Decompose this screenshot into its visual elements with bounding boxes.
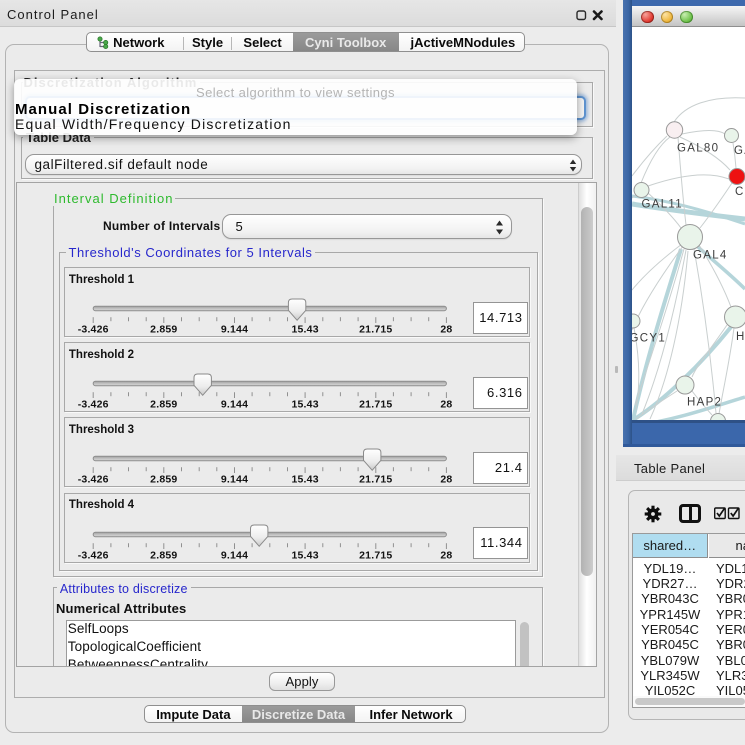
svg-text:28: 28 — [440, 399, 452, 411]
svg-text:15.43: 15.43 — [291, 399, 318, 411]
svg-text:GAL80: GAL80 — [677, 143, 719, 155]
svg-text:15.43: 15.43 — [291, 324, 318, 336]
svg-text:21.715: 21.715 — [359, 324, 392, 336]
svg-text:GAL11: GAL11 — [642, 199, 683, 211]
svg-text:HAP2: HAP2 — [687, 397, 722, 409]
svg-text:28: 28 — [440, 474, 452, 486]
svg-text:21.715: 21.715 — [359, 474, 392, 486]
svg-text:GA: GA — [734, 145, 745, 157]
svg-text:-3.426: -3.426 — [77, 474, 108, 486]
svg-text:9.144: 9.144 — [220, 324, 247, 336]
svg-text:2.859: 2.859 — [150, 474, 177, 486]
svg-text:2.859: 2.859 — [150, 324, 177, 336]
svg-text:15.43: 15.43 — [291, 549, 318, 561]
svg-text:GAL4: GAL4 — [693, 250, 728, 262]
svg-text:C: C — [735, 186, 745, 198]
svg-text:21.715: 21.715 — [359, 549, 392, 561]
svg-text:-3.426: -3.426 — [77, 324, 108, 336]
svg-text:HA: HA — [736, 331, 745, 343]
svg-text:15.43: 15.43 — [291, 474, 318, 486]
svg-text:-3.426: -3.426 — [77, 399, 108, 411]
svg-text:9.144: 9.144 — [220, 474, 247, 486]
svg-text:21.715: 21.715 — [359, 399, 392, 411]
svg-text:9.144: 9.144 — [220, 399, 247, 411]
svg-text:28: 28 — [440, 549, 452, 561]
svg-text:GCY1: GCY1 — [632, 333, 666, 345]
svg-text:9.144: 9.144 — [220, 549, 247, 561]
svg-text:28: 28 — [440, 324, 452, 336]
svg-text:-3.426: -3.426 — [77, 549, 108, 561]
svg-text:2.859: 2.859 — [150, 549, 177, 561]
svg-text:2.859: 2.859 — [150, 399, 177, 411]
